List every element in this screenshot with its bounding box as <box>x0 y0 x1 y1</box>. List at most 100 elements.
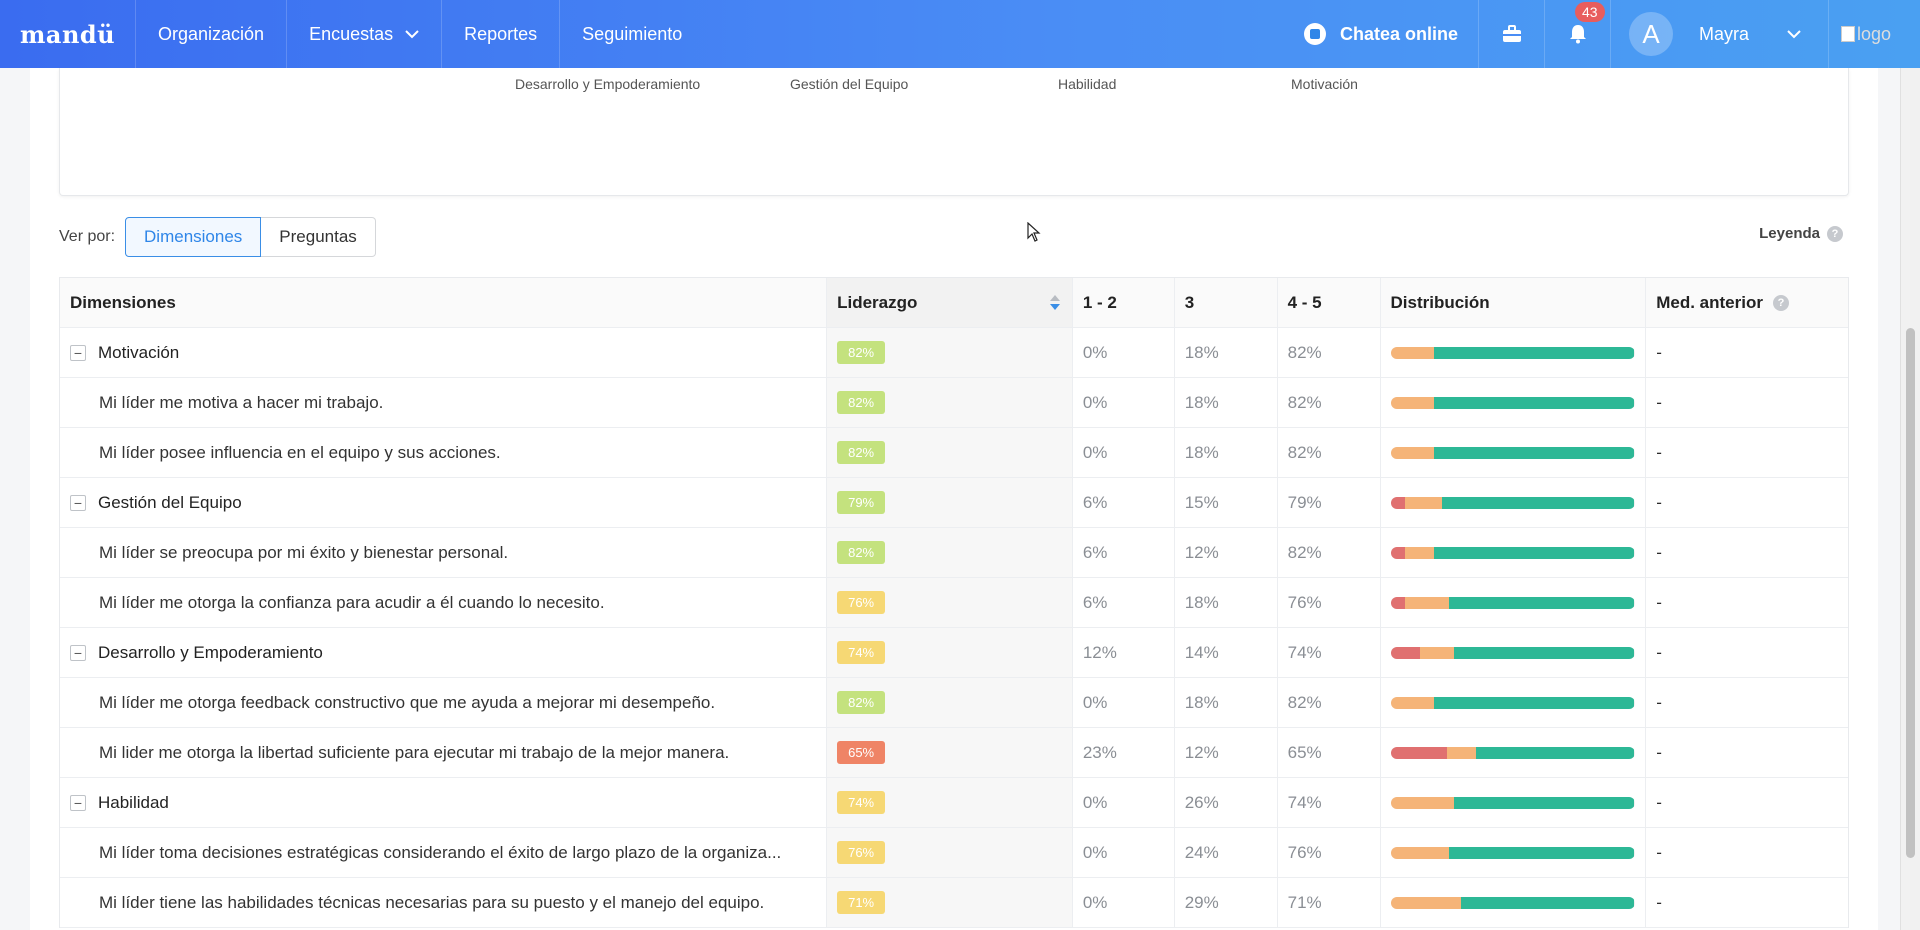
low-percent: 23% <box>1073 728 1175 777</box>
nav-item-label: Reportes <box>464 23 538 44</box>
question-label: Mi líder se preocupa por mi éxito y bien… <box>99 542 509 562</box>
table-group-row: − Gestión del Equipo 79% 6% 15% 79% - <box>60 478 1848 528</box>
scrollbar-thumb[interactable] <box>1906 328 1915 858</box>
mid-percent: 18% <box>1175 678 1278 727</box>
distribution-mid-segment <box>1405 596 1450 609</box>
table-group-row: − Desarrollo y Empoderamiento 74% 12% 14% 74%… <box>60 628 1848 678</box>
legend-link[interactable]: Leyenda ? <box>1759 225 1843 242</box>
high-percent: 76% <box>1278 828 1381 877</box>
chat-icon <box>1303 23 1326 45</box>
distribution-low-segment <box>1390 646 1420 659</box>
table-row: Mi lider me otorga la libertad suficient… <box>60 728 1848 778</box>
dimension-cell: Mi líder posee influencia en el equipo y… <box>60 428 828 477</box>
dimension-cell: Mi líder me otorga feedback constructivo… <box>60 678 828 727</box>
view-preguntas-button[interactable]: Preguntas <box>261 217 376 257</box>
score-badge: 82% <box>837 541 886 564</box>
dimension-cell: − Motivación <box>60 328 828 377</box>
chart-card: Desarrollo y Empoderamiento Gestión del … <box>59 68 1849 196</box>
briefcase-button[interactable] <box>1478 0 1544 68</box>
mid-percent: 18% <box>1175 328 1278 377</box>
low-percent: 0% <box>1073 328 1175 377</box>
distribution-bar <box>1390 646 1635 659</box>
nav-item-encuestas[interactable]: Encuestas <box>286 0 441 68</box>
high-percent: 65% <box>1278 728 1381 777</box>
score-cell: 79% <box>827 478 1073 527</box>
previous-median: - <box>1656 642 1662 662</box>
table-row: Mi líder me motiva a hacer mi trabajo. 82… <box>60 378 1848 428</box>
score-cell: 76% <box>827 828 1073 877</box>
nav-item-seguimiento[interactable]: Seguimiento <box>559 0 704 68</box>
notification-badge: 43 <box>1575 2 1605 22</box>
chat-online-button[interactable]: Chatea online <box>1303 0 1478 68</box>
nav-item-reportes[interactable]: Reportes <box>441 0 559 68</box>
low-percent: 12% <box>1073 628 1175 677</box>
sort-icon[interactable] <box>1049 294 1060 312</box>
distribution-bar <box>1390 546 1635 559</box>
distribution-mid-segment <box>1390 796 1454 809</box>
dimension-cell: − Desarrollo y Empoderamiento <box>60 628 828 677</box>
previous-median: - <box>1656 492 1662 512</box>
brand-logo[interactable]: mandü <box>20 20 135 49</box>
header-dimensiones: Dimensiones <box>60 278 828 327</box>
distribution-bar <box>1390 346 1635 359</box>
collapse-icon[interactable]: − <box>70 344 86 361</box>
previous-median: - <box>1656 392 1662 412</box>
previous-median: - <box>1656 692 1662 712</box>
score-cell: 82% <box>827 528 1073 577</box>
user-menu[interactable]: A Mayra <box>1610 0 1828 68</box>
header-distribucion: Distribución <box>1381 278 1647 327</box>
distribution-mid-segment <box>1405 496 1442 509</box>
nav-item-organizacion[interactable]: Organización <box>135 0 286 68</box>
distribution-mid-segment <box>1390 696 1435 709</box>
distribution-cell <box>1381 328 1647 377</box>
help-icon[interactable]: ? <box>1772 294 1789 311</box>
distribution-high-segment <box>1434 696 1635 709</box>
score-cell: 82% <box>827 378 1073 427</box>
high-percent: 79% <box>1278 478 1381 527</box>
table-row: Mi líder posee influencia en el equipo y… <box>60 428 1848 478</box>
high-percent: 82% <box>1278 528 1381 577</box>
score-cell: 82% <box>827 328 1073 377</box>
previous-median: - <box>1656 892 1662 912</box>
low-percent: 0% <box>1073 878 1175 927</box>
mid-percent: 24% <box>1175 828 1278 877</box>
user-name: Mayra <box>1699 23 1750 44</box>
header-liderazgo[interactable]: Liderazgo <box>827 278 1073 327</box>
low-percent: 6% <box>1073 528 1175 577</box>
view-dimensiones-button[interactable]: Dimensiones <box>125 217 262 257</box>
mid-percent: 12% <box>1175 728 1278 777</box>
mouse-cursor-icon <box>1027 222 1041 242</box>
score-badge: 82% <box>837 691 886 714</box>
distribution-low-segment <box>1390 546 1406 559</box>
distribution-cell <box>1381 478 1647 527</box>
score-badge: 65% <box>837 741 886 764</box>
low-percent: 0% <box>1073 678 1175 727</box>
question-label: Mi líder posee influencia en el equipo y… <box>99 442 501 462</box>
low-percent: 6% <box>1073 478 1175 527</box>
distribution-high-segment <box>1475 746 1635 759</box>
briefcase-icon <box>1502 25 1521 42</box>
avatar: A <box>1629 12 1673 56</box>
mid-percent: 12% <box>1175 528 1278 577</box>
previous-median: - <box>1656 542 1662 562</box>
low-percent: 0% <box>1073 378 1175 427</box>
header-mid: 3 <box>1175 278 1278 327</box>
chart-axis-label: Gestión del Equipo <box>790 76 909 92</box>
chart-axis-label: Desarrollo y Empoderamiento <box>515 76 701 92</box>
notifications-button[interactable]: 43 <box>1544 0 1610 68</box>
table-row: Mi líder me otorga la confianza para acu… <box>60 578 1848 628</box>
score-cell: 82% <box>827 428 1073 477</box>
vertical-scrollbar[interactable] <box>1900 68 1920 930</box>
question-label: Mi líder tiene las habilidades técnicas … <box>99 892 765 912</box>
chat-label: Chatea online <box>1339 23 1458 44</box>
previous-median: - <box>1656 792 1662 812</box>
score-cell: 76% <box>827 578 1073 627</box>
collapse-icon[interactable]: − <box>70 794 86 811</box>
collapse-icon[interactable]: − <box>70 494 86 511</box>
dimension-label: Habilidad <box>98 792 169 812</box>
distribution-cell <box>1381 678 1647 727</box>
distribution-high-segment <box>1449 846 1635 859</box>
score-badge: 79% <box>837 491 886 514</box>
question-label: Mi lider me otorga la libertad suficient… <box>99 742 730 762</box>
collapse-icon[interactable]: − <box>70 644 86 661</box>
